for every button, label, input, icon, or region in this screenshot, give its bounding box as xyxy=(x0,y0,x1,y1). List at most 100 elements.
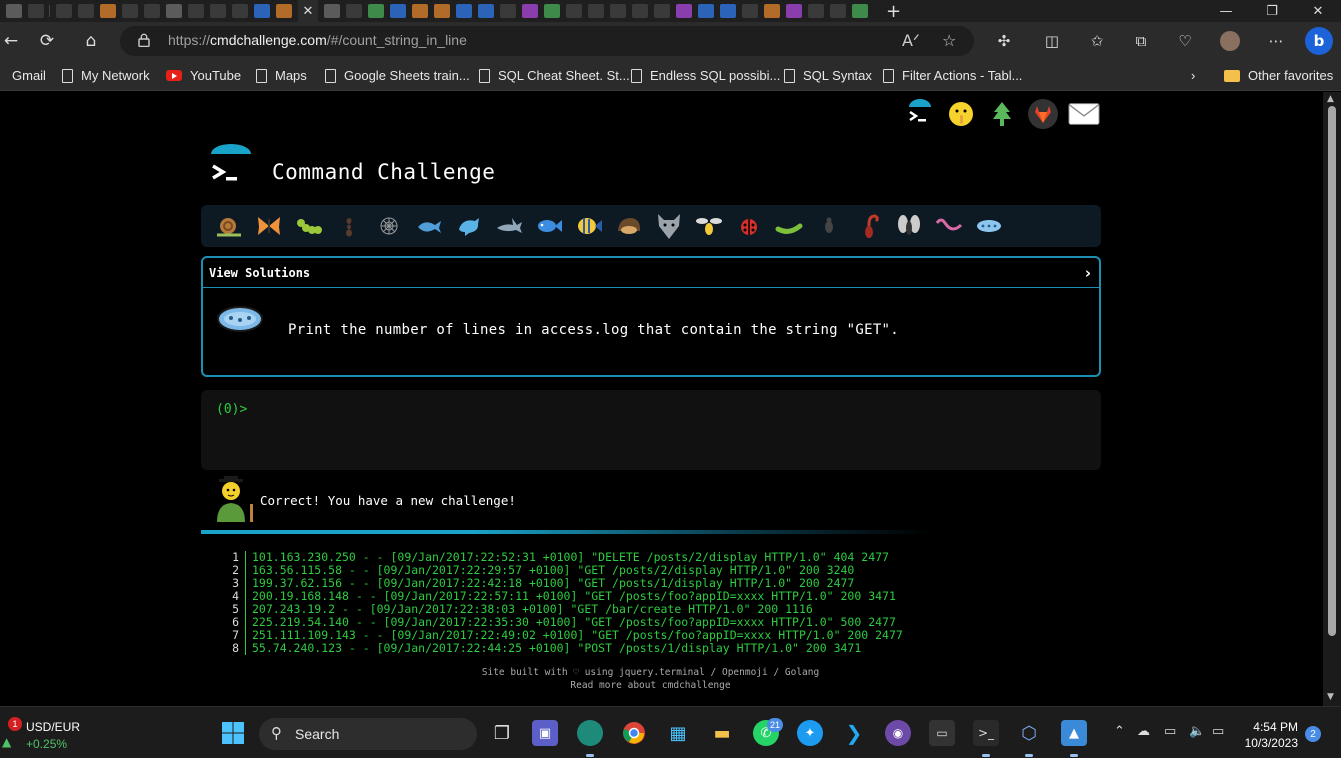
split-screen-icon[interactable]: ◫ xyxy=(1042,31,1062,51)
bookmark-gmail[interactable]: Gmail xyxy=(12,68,46,83)
active-tab-close-button[interactable]: ✕ xyxy=(298,0,318,22)
extensions-icon[interactable]: ✣ xyxy=(994,31,1014,51)
tab-favicon[interactable] xyxy=(478,4,494,18)
tab-favicon[interactable] xyxy=(786,4,802,18)
wolf-icon[interactable] xyxy=(649,210,689,242)
bookmark-maps[interactable]: Maps xyxy=(256,68,307,83)
bee-icon[interactable] xyxy=(689,210,729,242)
browser-essentials-icon[interactable]: ♡ xyxy=(1175,31,1195,51)
tab-favicon[interactable] xyxy=(100,4,116,18)
system-clock[interactable]: 4:54 PM 10/3/2023 xyxy=(1240,719,1298,751)
refresh-button[interactable]: ⟳ xyxy=(36,31,58,51)
tab-favicon[interactable] xyxy=(122,4,138,18)
tab-favicon[interactable] xyxy=(610,4,626,18)
tab-favicon[interactable] xyxy=(346,4,362,18)
fly-icon[interactable] xyxy=(889,210,929,242)
read-aloud-icon[interactable]: Aᐟ xyxy=(902,31,920,50)
vscode-icon[interactable]: ❯ xyxy=(841,720,867,746)
bookmark-sql-cheat-sheet[interactable]: SQL Cheat Sheet. St... xyxy=(479,68,630,83)
minimize-button[interactable]: — xyxy=(1203,0,1249,22)
microbe-icon[interactable] xyxy=(969,210,1009,242)
tab-favicon[interactable] xyxy=(166,4,182,18)
tab-favicon[interactable] xyxy=(654,4,670,18)
bookmark-sql-syntax[interactable]: SQL Syntax xyxy=(784,68,872,83)
onedrive-cloud-icon[interactable]: ☁ xyxy=(1137,724,1150,739)
view-solutions-bar[interactable]: View Solutions › xyxy=(203,258,1099,288)
tree-icon[interactable] xyxy=(986,98,1018,130)
tab-favicon[interactable] xyxy=(188,4,204,18)
command-prompt-icon[interactable]: >_ xyxy=(973,720,999,746)
new-tab-button[interactable]: + xyxy=(886,1,901,22)
bookmark-endless-sql[interactable]: Endless SQL possibi... xyxy=(631,68,780,83)
address-bar[interactable]: https://cmdchallenge.com/#/count_string_… xyxy=(120,26,974,56)
tab-favicon[interactable] xyxy=(632,4,648,18)
back-button[interactable]: ← xyxy=(0,31,22,51)
scorpion-icon[interactable] xyxy=(849,210,889,242)
tab-favicon[interactable] xyxy=(276,4,292,18)
twitter-icon[interactable]: ✦ xyxy=(797,720,823,746)
cmdchallenge-logo-icon[interactable] xyxy=(904,98,936,130)
tab-favicon[interactable] xyxy=(28,4,44,18)
edge-icon[interactable] xyxy=(577,720,603,746)
battery-icon[interactable]: ▭ xyxy=(1212,724,1224,739)
dolphin-icon[interactable] xyxy=(449,210,489,242)
page-scrollbar[interactable]: ▲ ▼ xyxy=(1323,92,1341,706)
favorite-star-icon[interactable]: ☆ xyxy=(942,31,956,50)
bookmark-my-network[interactable]: My Network xyxy=(62,68,150,83)
tab-favicon[interactable] xyxy=(78,4,94,18)
bookmark-filter-actions[interactable]: Filter Actions - Tabl... xyxy=(883,68,1022,83)
butterfly-icon[interactable] xyxy=(249,210,289,242)
more-menu-icon[interactable]: ⋯ xyxy=(1266,31,1286,51)
terminal-icon[interactable]: ▭ xyxy=(929,720,955,746)
tab-favicon[interactable] xyxy=(588,4,604,18)
scroll-down-arrow-icon[interactable]: ▼ xyxy=(1327,692,1334,702)
store-icon[interactable]: ▦ xyxy=(665,720,691,746)
start-button[interactable] xyxy=(220,720,246,746)
taskbar-search[interactable]: ⚲ Search xyxy=(259,718,477,750)
other-favorites[interactable]: Other favorites xyxy=(1224,68,1333,83)
shark-icon[interactable] xyxy=(489,210,529,242)
tropical-fish-icon[interactable] xyxy=(569,210,609,242)
tab-favicon[interactable] xyxy=(742,4,758,18)
whale-icon[interactable] xyxy=(409,210,449,242)
snail-icon[interactable] xyxy=(209,210,249,242)
chrome-icon[interactable] xyxy=(621,720,647,746)
scroll-thumb[interactable] xyxy=(1328,106,1336,636)
tab-favicon[interactable] xyxy=(254,4,270,18)
snake-icon[interactable] xyxy=(929,210,969,242)
tab-favicon[interactable] xyxy=(368,4,384,18)
ladybug-icon[interactable] xyxy=(729,210,769,242)
tab-favicon[interactable] xyxy=(566,4,582,18)
file-explorer-icon[interactable]: ▬ xyxy=(709,720,735,746)
tab-favicon[interactable] xyxy=(764,4,780,18)
tab-favicon[interactable] xyxy=(852,4,868,18)
tab-favicon[interactable] xyxy=(522,4,538,18)
bookmark-google-sheets[interactable]: Google Sheets train... xyxy=(325,68,470,83)
bing-copilot-icon[interactable]: b xyxy=(1305,27,1333,55)
currency-widget[interactable]: 1 ▲ USD/EUR +0.25% xyxy=(0,717,120,751)
worm-icon[interactable] xyxy=(769,210,809,242)
github-desktop-icon[interactable]: ◉ xyxy=(885,720,911,746)
tab-favicon[interactable] xyxy=(390,4,406,18)
teams-icon[interactable]: ▣ xyxy=(532,720,558,746)
tab-favicon[interactable] xyxy=(808,4,824,18)
tab-favicon[interactable] xyxy=(56,4,72,18)
collections-icon[interactable]: ⧉ xyxy=(1131,31,1151,51)
tab-favicon[interactable] xyxy=(676,4,692,18)
fish-icon[interactable] xyxy=(529,210,569,242)
favorites-icon[interactable]: ✩ xyxy=(1087,31,1107,51)
bookmark-youtube[interactable]: YouTube xyxy=(166,68,241,83)
tab-favicon[interactable] xyxy=(324,4,340,18)
terminal-input[interactable]: (0)> xyxy=(201,390,1101,470)
beetle-icon[interactable] xyxy=(809,210,849,242)
tab-favicon[interactable] xyxy=(456,4,472,18)
volume-icon[interactable]: 🔈 xyxy=(1189,724,1205,739)
close-window-button[interactable]: ✕ xyxy=(1295,0,1341,22)
image-app-icon[interactable]: ▲ xyxy=(1061,720,1087,746)
tab-favicon[interactable] xyxy=(232,4,248,18)
shushing-face-icon[interactable] xyxy=(945,98,977,130)
caterpillar-icon[interactable] xyxy=(289,210,329,242)
tab-favicon[interactable] xyxy=(412,4,428,18)
tab-favicon[interactable] xyxy=(544,4,560,18)
spider-web-icon[interactable] xyxy=(369,210,409,242)
